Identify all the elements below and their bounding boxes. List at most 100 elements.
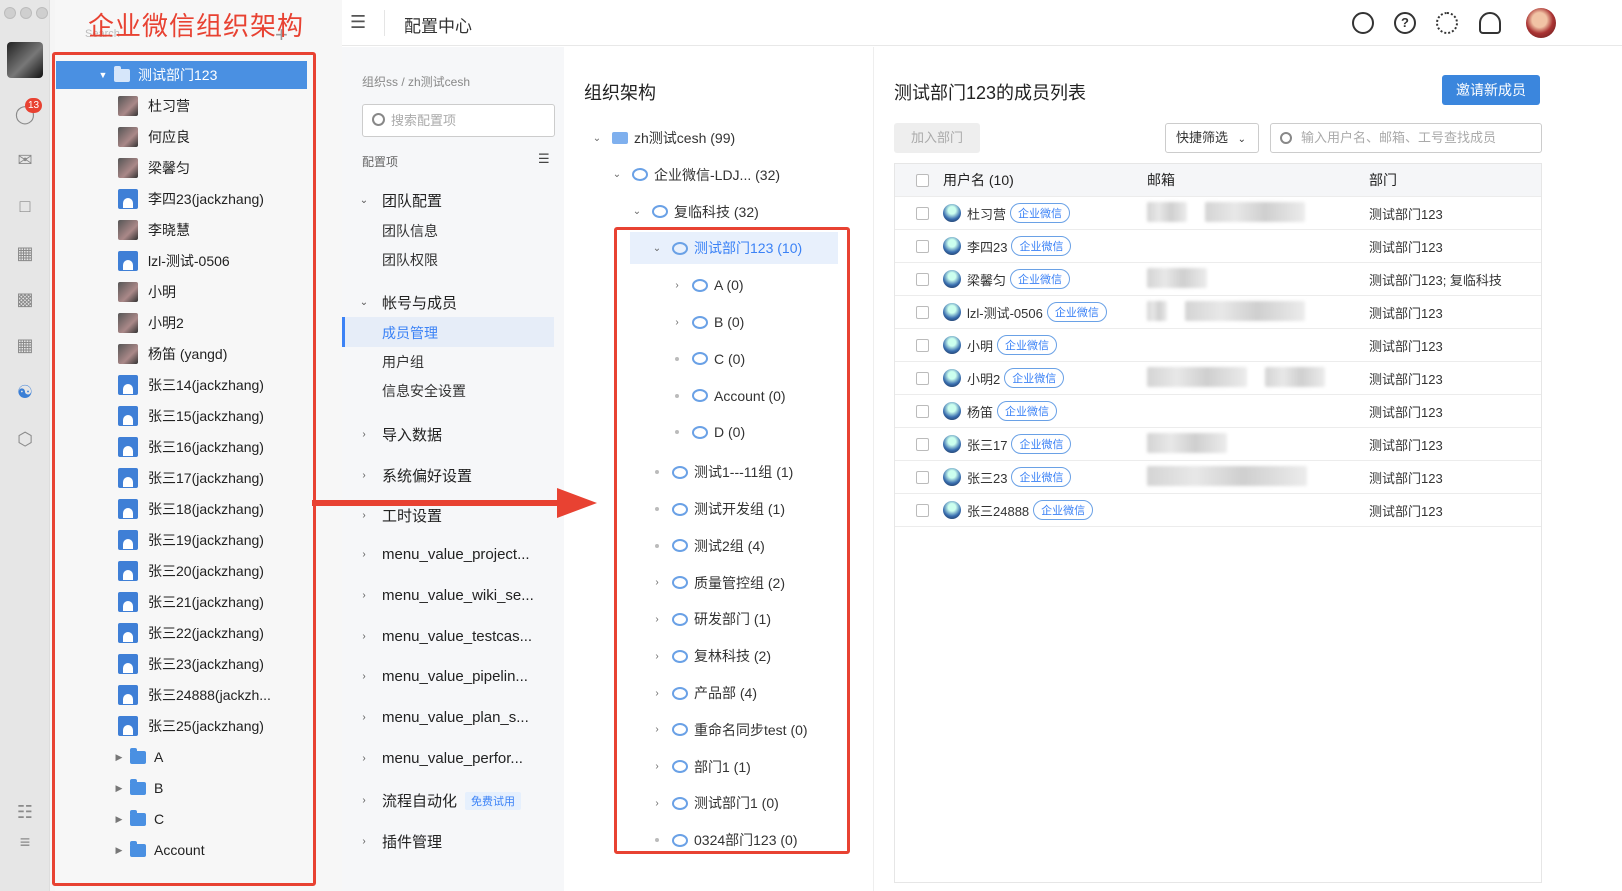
row-checkbox[interactable] xyxy=(916,371,929,385)
wecom-dept-item[interactable]: ▶ A xyxy=(56,743,307,771)
group-collapsed[interactable]: › 导入数据 xyxy=(356,424,442,445)
config-search-input[interactable]: 搜索配置项 xyxy=(362,104,555,137)
wecom-dept-item[interactable]: ▼ 测试部门123 xyxy=(56,61,307,89)
wecom-member-item[interactable]: 杜习营 xyxy=(56,92,307,120)
chevron-right-icon[interactable]: › xyxy=(670,317,684,328)
member-search-input[interactable]: 输入用户名、邮箱、工号查找成员 xyxy=(1270,123,1542,153)
chevron-right-icon[interactable]: › xyxy=(650,577,664,588)
table-row[interactable]: 小明 企业微信 测试部门123 xyxy=(895,329,1541,362)
wecom-member-item[interactable]: 梁馨匀 xyxy=(56,154,307,182)
group-account-members[interactable]: ⌄ 帐号与成员 xyxy=(356,292,457,313)
org-node[interactable]: 0324部门123 (0) xyxy=(650,824,798,856)
org-node[interactable]: › 产品部 (4) xyxy=(650,677,757,709)
table-row[interactable]: 李四23 企业微信 测试部门123 xyxy=(895,230,1541,263)
apps-icon[interactable]: ▦ xyxy=(13,333,37,357)
row-checkbox[interactable] xyxy=(916,338,929,352)
table-row[interactable]: 张三24888 企业微信 测试部门123 xyxy=(895,494,1541,527)
org-node[interactable]: ⌄ zh测试cesh (99) xyxy=(590,122,735,154)
quick-filter-dropdown[interactable]: 快捷筛选 ⌄ xyxy=(1165,123,1259,153)
menu-member-management[interactable]: 成员管理 xyxy=(382,323,438,343)
chevron-right-icon[interactable]: › xyxy=(650,724,664,735)
photo-icon[interactable]: ▩ xyxy=(13,287,37,311)
bell-icon[interactable] xyxy=(1479,12,1501,34)
org-node[interactable]: ⌄ 复临科技 (32) xyxy=(630,196,759,228)
chevron-right-icon[interactable]: › xyxy=(650,798,664,809)
wecom-member-item[interactable]: 张三16(jackzhang) xyxy=(56,433,307,461)
wecom-member-item[interactable]: 何应良 xyxy=(56,123,307,151)
menu-team-info[interactable]: 团队信息 xyxy=(382,221,438,241)
more-menu-icon[interactable]: ≡ xyxy=(13,830,37,854)
chevron-right-icon[interactable]: › xyxy=(650,651,664,662)
select-all-checkbox[interactable] xyxy=(916,173,929,187)
wecom-member-item[interactable]: 张三21(jackzhang) xyxy=(56,588,307,616)
row-checkbox[interactable] xyxy=(916,272,929,286)
chevron-right-icon[interactable]: › xyxy=(670,280,684,291)
chevron-down-icon[interactable]: ⌄ xyxy=(590,133,604,144)
wecom-member-item[interactable]: 张三25(jackzhang) xyxy=(56,712,307,740)
org-node[interactable]: › 研发部门 (1) xyxy=(650,603,771,635)
group-collapsed[interactable]: › menu_value_perfor... xyxy=(356,750,523,767)
wecom-member-item[interactable]: 张三17(jackzhang) xyxy=(56,464,307,492)
org-node[interactable]: 测试2组 (4) xyxy=(650,530,765,562)
menu-team-permission[interactable]: 团队权限 xyxy=(382,250,438,270)
org-node[interactable]: › B (0) xyxy=(670,306,744,338)
table-row[interactable]: 梁馨匀 企业微信 测试部门123; 复临科技 xyxy=(895,263,1541,296)
group-collapsed[interactable]: › 插件管理 xyxy=(356,831,442,852)
collapse-all-icon[interactable]: ☰ xyxy=(538,151,550,167)
table-row[interactable]: 杨笛 企业微信 测试部门123 xyxy=(895,395,1541,428)
wecom-member-item[interactable]: 李晓慧 xyxy=(56,216,307,244)
wecom-member-item[interactable]: 小明2 xyxy=(56,309,307,337)
org-node[interactable]: ⌄ 测试部门123 (10) xyxy=(630,232,838,265)
join-department-button[interactable]: 加入部门 xyxy=(894,123,980,153)
col-username[interactable]: 用户名 (10) xyxy=(943,170,1014,190)
breadcrumb[interactable]: 组织ss / zh测试cesh xyxy=(362,73,470,90)
org-node[interactable]: 测试1---11组 (1) xyxy=(650,456,793,488)
row-checkbox[interactable] xyxy=(916,239,929,253)
org-node[interactable]: › A (0) xyxy=(670,269,743,301)
member-name[interactable]: 杜习营 xyxy=(967,204,1006,223)
member-name[interactable]: 张三17 xyxy=(967,435,1007,454)
org-node[interactable]: › 测试部门1 (0) xyxy=(650,787,778,819)
menu-user-groups[interactable]: 用户组 xyxy=(382,352,424,372)
wecom-dept-item[interactable]: ▶ C xyxy=(56,805,307,833)
doc-icon[interactable]: □ xyxy=(13,194,37,218)
wecom-member-item[interactable]: 杨笛 (yangd) xyxy=(56,340,307,368)
group-collapsed[interactable]: › 流程自动化 免费试用 xyxy=(356,790,522,811)
user-avatar-top[interactable] xyxy=(1526,8,1556,38)
menu-info-security[interactable]: 信息安全设置 xyxy=(382,381,466,401)
group-collapsed[interactable]: › menu_value_testcas... xyxy=(356,628,532,645)
chevron-down-icon[interactable]: ⌄ xyxy=(610,169,624,180)
member-name[interactable]: 梁馨匀 xyxy=(967,270,1006,289)
org-node[interactable]: › 部门1 (1) xyxy=(650,751,750,783)
calendar-icon[interactable]: ▦ xyxy=(13,241,37,265)
org-node[interactable]: › 重命名同步test (0) xyxy=(650,714,807,746)
window-minimize-button[interactable] xyxy=(20,7,32,19)
user-avatar[interactable] xyxy=(7,42,43,78)
org-node[interactable]: ⌄ 企业微信-LDJ... (32) xyxy=(610,159,780,191)
member-name[interactable]: 杨笛 xyxy=(967,402,993,421)
help-icon[interactable]: ? xyxy=(1394,12,1416,34)
org-chart-icon[interactable]: ☯ xyxy=(13,380,37,404)
member-name[interactable]: lzl-测试-0506 xyxy=(967,303,1043,322)
table-row[interactable]: 张三17 企业微信 测试部门123 xyxy=(895,428,1541,461)
org-node[interactable]: 测试开发组 (1) xyxy=(650,493,785,525)
wecom-member-item[interactable]: 张三24888(jackzh... xyxy=(56,681,307,709)
group-collapsed[interactable]: › menu_value_wiki_se... xyxy=(356,587,533,604)
member-name[interactable]: 李四23 xyxy=(967,237,1007,256)
table-row[interactable]: 张三23 企业微信 测试部门123 xyxy=(895,461,1541,494)
chevron-right-icon[interactable]: › xyxy=(650,614,664,625)
org-node[interactable]: Account (0) xyxy=(670,380,786,412)
wecom-member-item[interactable]: 李四23(jackzhang) xyxy=(56,185,307,213)
search-icon[interactable] xyxy=(1352,12,1374,34)
wecom-member-item[interactable]: 张三22(jackzhang) xyxy=(56,619,307,647)
wecom-member-item[interactable]: lzl-测试-0506 xyxy=(56,247,307,275)
wecom-member-item[interactable]: 张三20(jackzhang) xyxy=(56,557,307,585)
group-collapsed[interactable]: › menu_value_project... xyxy=(356,546,529,563)
chevron-down-icon[interactable]: ⌄ xyxy=(650,243,664,254)
member-name[interactable]: 小明2 xyxy=(967,369,1000,388)
wecom-member-item[interactable]: 张三19(jackzhang) xyxy=(56,526,307,554)
chevron-down-icon[interactable]: ⌄ xyxy=(630,206,644,217)
wecom-member-item[interactable]: 张三14(jackzhang) xyxy=(56,371,307,399)
org-node[interactable]: › 复林科技 (2) xyxy=(650,640,771,672)
wecom-dept-item[interactable]: ▶ B xyxy=(56,774,307,802)
